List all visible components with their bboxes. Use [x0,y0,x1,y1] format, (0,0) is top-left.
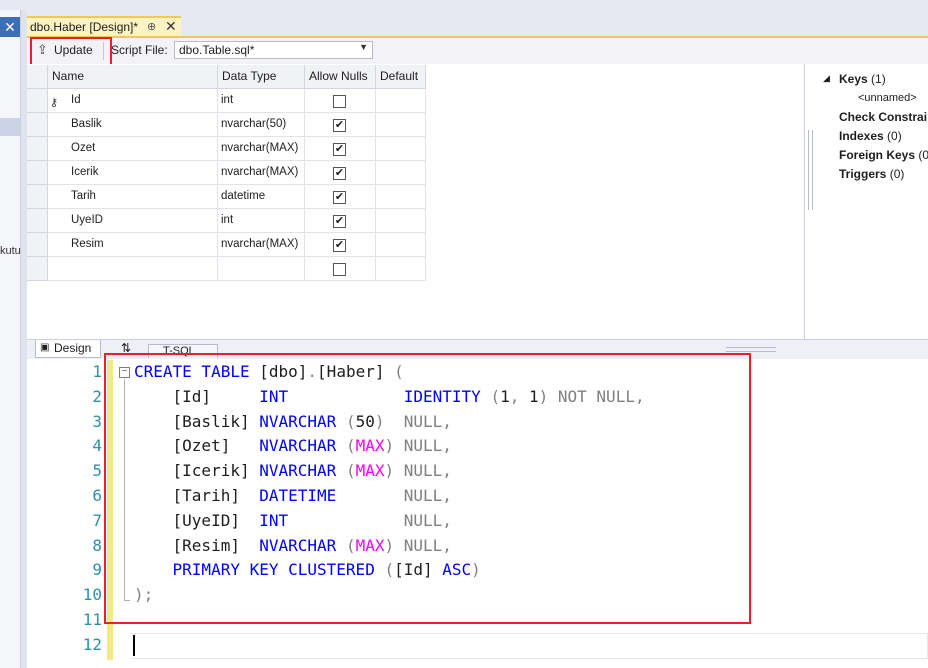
column-header-default: Default [376,65,426,89]
column-header-allownulls: Allow Nulls [305,65,376,89]
cell-default[interactable] [376,233,426,257]
keys-child-node[interactable]: <unnamed> [858,92,917,104]
script-file-label: Script File: [111,43,168,57]
dropdown-arrow-icon[interactable]: ▼ [359,42,368,52]
allow-nulls-checkbox-checked[interactable]: ✔ [333,143,346,156]
keys-node[interactable]: Keys (1) [839,72,886,86]
left-panel-close-icon[interactable]: ✕ [0,17,20,37]
line-number: 5 [92,461,102,481]
code-highlight-box [104,353,751,624]
cell-column-name[interactable]: Resim [68,233,218,257]
pin-icon[interactable]: ⊕ [147,20,156,33]
line-number: 8 [92,535,102,555]
allow-nulls-checkbox-checked[interactable]: ✔ [333,215,346,228]
left-panel-selected-item[interactable] [0,118,20,136]
cell-column-name[interactable]: Icerik [68,161,218,185]
allow-nulls-checkbox-checked[interactable]: ✔ [333,239,346,252]
text-caret [133,635,135,656]
cell-column-name[interactable]: Ozet [68,137,218,161]
left-side-panel [0,10,21,668]
script-file-value: dbo.Table.sql* [179,43,255,57]
cell-column-name[interactable]: Tarih [68,185,218,209]
cell-data-type[interactable]: nvarchar(50) [218,113,305,137]
current-line-highlight [131,633,928,659]
document-tab-title: dbo.Haber [Design]* [30,20,139,34]
left-panel-clipped-text: kutu [0,245,21,257]
cell-data-type[interactable]: int [218,89,305,113]
cell-default[interactable] [376,161,426,185]
cell-default[interactable] [376,185,426,209]
cell-default[interactable] [376,113,426,137]
design-view-icon: ▣ [40,342,50,353]
check-constraints-node[interactable]: Check Constrai [839,110,927,124]
row-selector[interactable] [27,257,48,281]
cell-data-type[interactable]: nvarchar(MAX) [218,233,305,257]
cell-key-indicator [48,161,68,185]
cell-default[interactable] [376,209,426,233]
cell-key-indicator [48,185,68,209]
cell-default[interactable] [376,89,426,113]
tab-design[interactable]: ▣ Design [35,340,101,358]
line-number: 6 [92,486,102,505]
cell-data-type[interactable]: nvarchar(MAX) [218,161,305,185]
document-tab[interactable]: dbo.Haber [Design]* ⊕ ✕ [27,16,181,36]
cell-column-name[interactable]: Baslik [68,113,218,137]
close-tab-icon[interactable]: ✕ [165,18,177,35]
primary-key-icon: ⚷ [50,97,59,109]
table-properties-pane [805,64,928,339]
row-selector[interactable] [27,113,48,137]
triggers-node[interactable]: Triggers (0) [839,167,904,181]
cell-column-name[interactable] [68,257,218,281]
line-number: 11 [82,610,102,629]
line-number: 9 [92,560,102,580]
toolbar-separator [103,42,104,60]
keys-expand-icon[interactable]: ◢ [823,73,830,84]
tab-design-label: Design [54,341,92,355]
row-selector[interactable] [27,209,48,233]
cell-key-indicator [48,233,68,257]
cell-key-indicator [48,113,68,137]
line-number: 1 [92,362,102,381]
row-selector[interactable] [27,89,48,113]
line-number: 3 [92,411,102,431]
script-file-dropdown[interactable]: dbo.Table.sql* ▼ [174,41,373,59]
line-number: 7 [92,510,102,530]
cell-default[interactable] [376,137,426,161]
properties-splitter[interactable] [808,130,813,210]
cell-default[interactable] [376,257,426,281]
line-number: 10 [82,585,102,605]
grid-corner [27,65,48,89]
cell-key-indicator [48,257,68,281]
cell-data-type[interactable]: int [218,209,305,233]
allow-nulls-checkbox[interactable] [333,95,346,108]
cell-key-indicator [48,209,68,233]
column-header-datatype: Data Type [218,65,305,89]
cell-data-type[interactable]: nvarchar(MAX) [218,137,305,161]
cell-column-name[interactable]: Id [68,89,218,113]
allow-nulls-checkbox-checked[interactable]: ✔ [333,119,346,132]
allow-nulls-checkbox-checked[interactable]: ✔ [333,167,346,180]
line-number: 12 [82,634,102,654]
cell-data-type[interactable] [218,257,305,281]
row-selector[interactable] [27,185,48,209]
cell-key-indicator [48,137,68,161]
pane-resize-grip[interactable] [726,347,776,352]
allow-nulls-checkbox[interactable] [333,263,346,276]
indexes-node[interactable]: Indexes (0) [839,129,902,143]
line-number: 2 [92,386,102,406]
column-header-name: Name [48,65,218,89]
row-selector[interactable] [27,233,48,257]
foreign-keys-node[interactable]: Foreign Keys (0 [839,148,928,162]
allow-nulls-checkbox-checked[interactable]: ✔ [333,191,346,204]
cell-column-name[interactable]: UyeID [68,209,218,233]
line-number: 4 [92,436,102,456]
row-selector[interactable] [27,161,48,185]
cell-data-type[interactable]: datetime [218,185,305,209]
row-selector[interactable] [27,137,48,161]
